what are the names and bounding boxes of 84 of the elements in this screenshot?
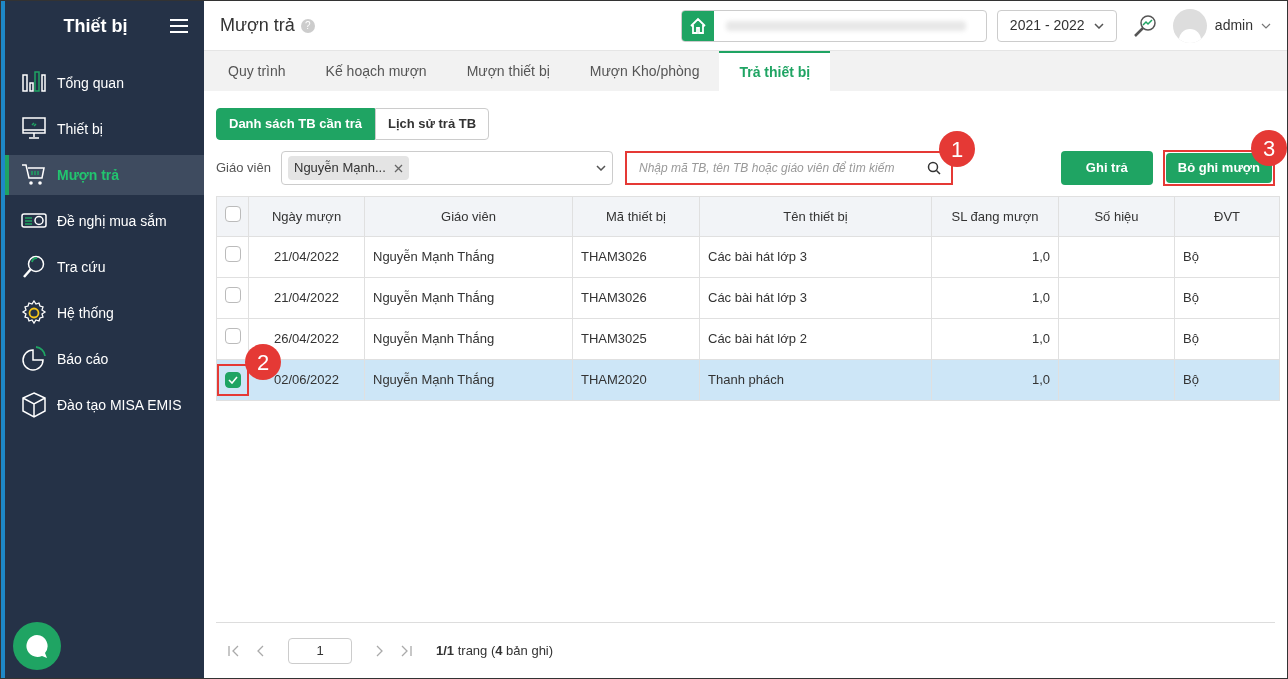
checkbox[interactable] [225, 372, 241, 388]
checkbox[interactable] [224, 328, 241, 345]
teacher-chip: Nguyễn Mạnh... [288, 156, 409, 180]
chat-icon [24, 633, 50, 659]
table-cell: 02/06/2022 [273, 372, 340, 388]
sidebar-item[interactable]: Mượn trả [5, 155, 204, 195]
table-cell: Nguyễn Mạnh Thắng [373, 331, 495, 347]
sidebar-item[interactable]: Hệ thống [5, 293, 204, 333]
caret-icon[interactable] [1261, 22, 1271, 29]
table-cell: Bộ [1183, 290, 1199, 306]
search-field[interactable]: Nhập mã TB, tên TB hoặc giáo viên để tìm kiếm [625, 151, 953, 185]
school-field[interactable] [680, 9, 987, 42]
app-title: Thiết bị [62, 14, 129, 38]
sidebar-item[interactable]: Tra cứu [5, 247, 204, 287]
page-field[interactable]: 1 [288, 637, 352, 664]
settings-icon [21, 300, 47, 326]
tab[interactable]: Mượn Kho/phòng [569, 51, 720, 91]
table-cell: 1,0 [1031, 331, 1050, 347]
tab[interactable]: Mượn thiết bị [446, 51, 570, 91]
checkmark-icon [228, 376, 238, 384]
table-cell: Bộ [1183, 331, 1199, 347]
column-header: SL đang mượn [931, 196, 1059, 237]
table-cell: 26/04/2022 [273, 331, 340, 347]
column-header: Ngày mượn [248, 196, 365, 237]
table-cell: Nguyễn Mạnh Thắng [373, 249, 495, 265]
sidebar-item[interactable]: Tổng quan [5, 63, 204, 103]
table-cell: Các bài hát lớp 3 [708, 290, 807, 306]
home-icon [688, 16, 707, 35]
previous-page-icon[interactable] [256, 644, 264, 657]
page-summary: 1/1 trang (4 bản ghi) [436, 641, 554, 660]
checkbox[interactable] [224, 287, 241, 304]
filter-label: Giáo viên [216, 159, 272, 178]
search-icon [927, 161, 941, 175]
sidebar-item[interactable]: Đề nghị mua sắm [5, 201, 204, 241]
table-cell: Các bài hát lớp 3 [708, 249, 807, 265]
sidebar-item[interactable]: Thiết bị [5, 109, 204, 149]
checkbox[interactable] [224, 246, 241, 263]
chat-button[interactable] [13, 622, 61, 670]
table-cell: 1,0 [1031, 249, 1050, 265]
table-cell: 1,0 [1031, 372, 1050, 388]
table-cell: Nguyễn Mạnh Thắng [373, 290, 495, 306]
table-cell: Bộ [1183, 249, 1199, 265]
monitor-icon [21, 116, 47, 142]
table-cell: 1,0 [1031, 290, 1050, 306]
table-cell: Thanh phách [708, 372, 784, 388]
table-cell: Nguyễn Mạnh Thắng [373, 372, 495, 388]
cart-icon [21, 162, 47, 188]
tab[interactable]: Quy trình [208, 51, 306, 91]
column-header: Mã thiết bị [572, 196, 700, 237]
caret-icon [596, 165, 606, 171]
user-name[interactable]: admin [1214, 15, 1253, 36]
checkbox[interactable] [224, 205, 241, 222]
table-cell: Bộ [1183, 372, 1199, 388]
caret-icon [1093, 22, 1104, 29]
next-page-icon[interactable] [376, 644, 384, 657]
column-header: Số hiệu [1058, 196, 1175, 237]
close-icon[interactable] [393, 163, 403, 173]
sidebar-item[interactable]: Báo cáo [5, 339, 204, 379]
table-cell: 21/04/2022 [273, 290, 340, 306]
menu-icon[interactable] [170, 19, 188, 33]
table-cell: THAM3026 [581, 249, 647, 265]
column-header: Tên thiết bị [699, 196, 932, 237]
year-select[interactable]: 2021 - 2022 [996, 9, 1117, 42]
callout-badge: 3 [1251, 130, 1287, 166]
teacher-select[interactable]: Nguyễn Mạnh... [281, 151, 613, 185]
avatar[interactable] [1172, 8, 1207, 43]
tab[interactable]: Kế hoạch mượn [305, 51, 447, 91]
first-page-icon[interactable] [228, 644, 240, 657]
column-header: ĐVT [1174, 196, 1280, 237]
page-title: Mượn trả [220, 14, 295, 37]
table-cell: THAM2020 [581, 372, 647, 388]
callout-badge: 1 [939, 131, 975, 167]
table-cell: Các bài hát lớp 2 [708, 331, 807, 347]
search-icon [21, 254, 47, 280]
column-header: Giáo viên [364, 196, 573, 237]
table-cell: THAM3025 [581, 331, 647, 347]
search-chart-icon[interactable] [1132, 13, 1157, 38]
sidebar-item[interactable]: Đào tạo MISA EMIS [5, 385, 204, 425]
last-page-icon[interactable] [400, 644, 412, 657]
table-cell: 21/04/2022 [273, 249, 340, 265]
cube-icon [21, 392, 47, 418]
table-cell: THAM3026 [581, 290, 647, 306]
subtab[interactable]: Lịch sử trả TB [374, 108, 490, 140]
pie-chart-icon [21, 346, 47, 372]
